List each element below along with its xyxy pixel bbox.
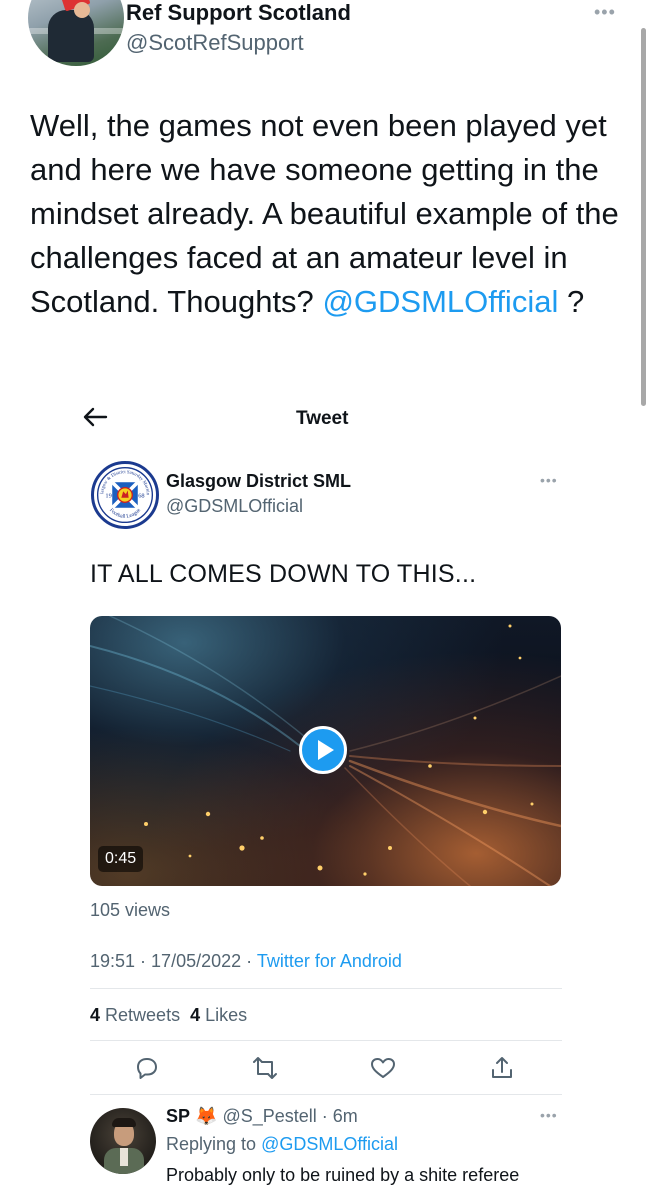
embedded-tweet-text: IT ALL COMES DOWN TO THIS...: [90, 560, 477, 588]
league-badge-icon[interactable]: Glasgow & District Saturday Morning Foot…: [91, 461, 159, 529]
likes-count: 4: [190, 1005, 201, 1025]
retweets-label: Retweets: [105, 1005, 181, 1025]
play-icon: [318, 740, 334, 760]
author-name[interactable]: Ref Support Scotland: [126, 0, 351, 26]
divider: [90, 988, 562, 989]
more-options-icon[interactable]: •••: [594, 2, 616, 23]
divider: [90, 1040, 562, 1041]
retweets-count: 4: [90, 1005, 101, 1025]
mention-link[interactable]: @GDSMLOfficial: [322, 284, 558, 319]
video-duration: 0:45: [98, 846, 144, 872]
reply-author-handle[interactable]: @S_Pestell: [222, 1106, 316, 1126]
tweet-date: 17/05/2022: [151, 951, 242, 971]
reply-time: 6m: [332, 1106, 358, 1126]
profile-avatar[interactable]: [28, 0, 124, 66]
view-count: 105 views: [90, 900, 171, 920]
retweet-icon[interactable]: [251, 1054, 279, 1082]
reply-icon[interactable]: [133, 1054, 161, 1082]
tweet-text: Well, the games not even been played yet…: [30, 104, 620, 324]
embedded-more-options-icon[interactable]: •••: [540, 472, 558, 488]
embedded-author-handle[interactable]: @GDSMLOfficial: [166, 496, 303, 517]
tweet-metadata: 19:51 · 17/05/2022 · Twitter for Android: [90, 951, 402, 971]
video-player[interactable]: 0:45: [90, 616, 561, 886]
replying-prefix: Replying to: [166, 1134, 257, 1154]
embedded-author-name[interactable]: Glasgow District SML: [166, 471, 351, 492]
tweet-time: 19:51: [90, 951, 136, 971]
divider: [90, 1094, 562, 1095]
share-icon[interactable]: [488, 1054, 516, 1082]
scrollbar[interactable]: [641, 28, 646, 406]
badge-year-left: 19: [105, 493, 111, 500]
reply-avatar[interactable]: [90, 1108, 156, 1174]
fox-emoji-icon: 🦊: [195, 1106, 218, 1126]
tweet-source-link[interactable]: Twitter for Android: [257, 951, 402, 971]
tweet-trailing: ?: [558, 284, 585, 319]
engagement-stats: 4 Retweets 4 Likes: [90, 1005, 247, 1026]
badge-year-right: 68: [138, 493, 144, 500]
likes-label: Likes: [205, 1005, 248, 1025]
play-button[interactable]: [299, 726, 347, 774]
author-handle[interactable]: @ScotRefSupport: [126, 30, 304, 56]
back-arrow-icon[interactable]: [80, 402, 110, 432]
page-title: Tweet: [296, 408, 349, 429]
replying-to: Replying to @GDSMLOfficial: [166, 1134, 398, 1155]
reply-more-options-icon[interactable]: •••: [540, 1107, 558, 1123]
likes-stat[interactable]: 4 Likes: [190, 1005, 247, 1025]
reply-text: Probably only to be ruined by a shite re…: [166, 1165, 520, 1185]
like-icon[interactable]: [369, 1054, 397, 1082]
reply-author-name[interactable]: SP: [166, 1106, 190, 1126]
reply-header: SP 🦊 @S_Pestell · 6m: [166, 1106, 358, 1126]
replying-to-link[interactable]: @GDSMLOfficial: [261, 1134, 398, 1154]
retweets-stat[interactable]: 4 Retweets: [90, 1005, 180, 1025]
